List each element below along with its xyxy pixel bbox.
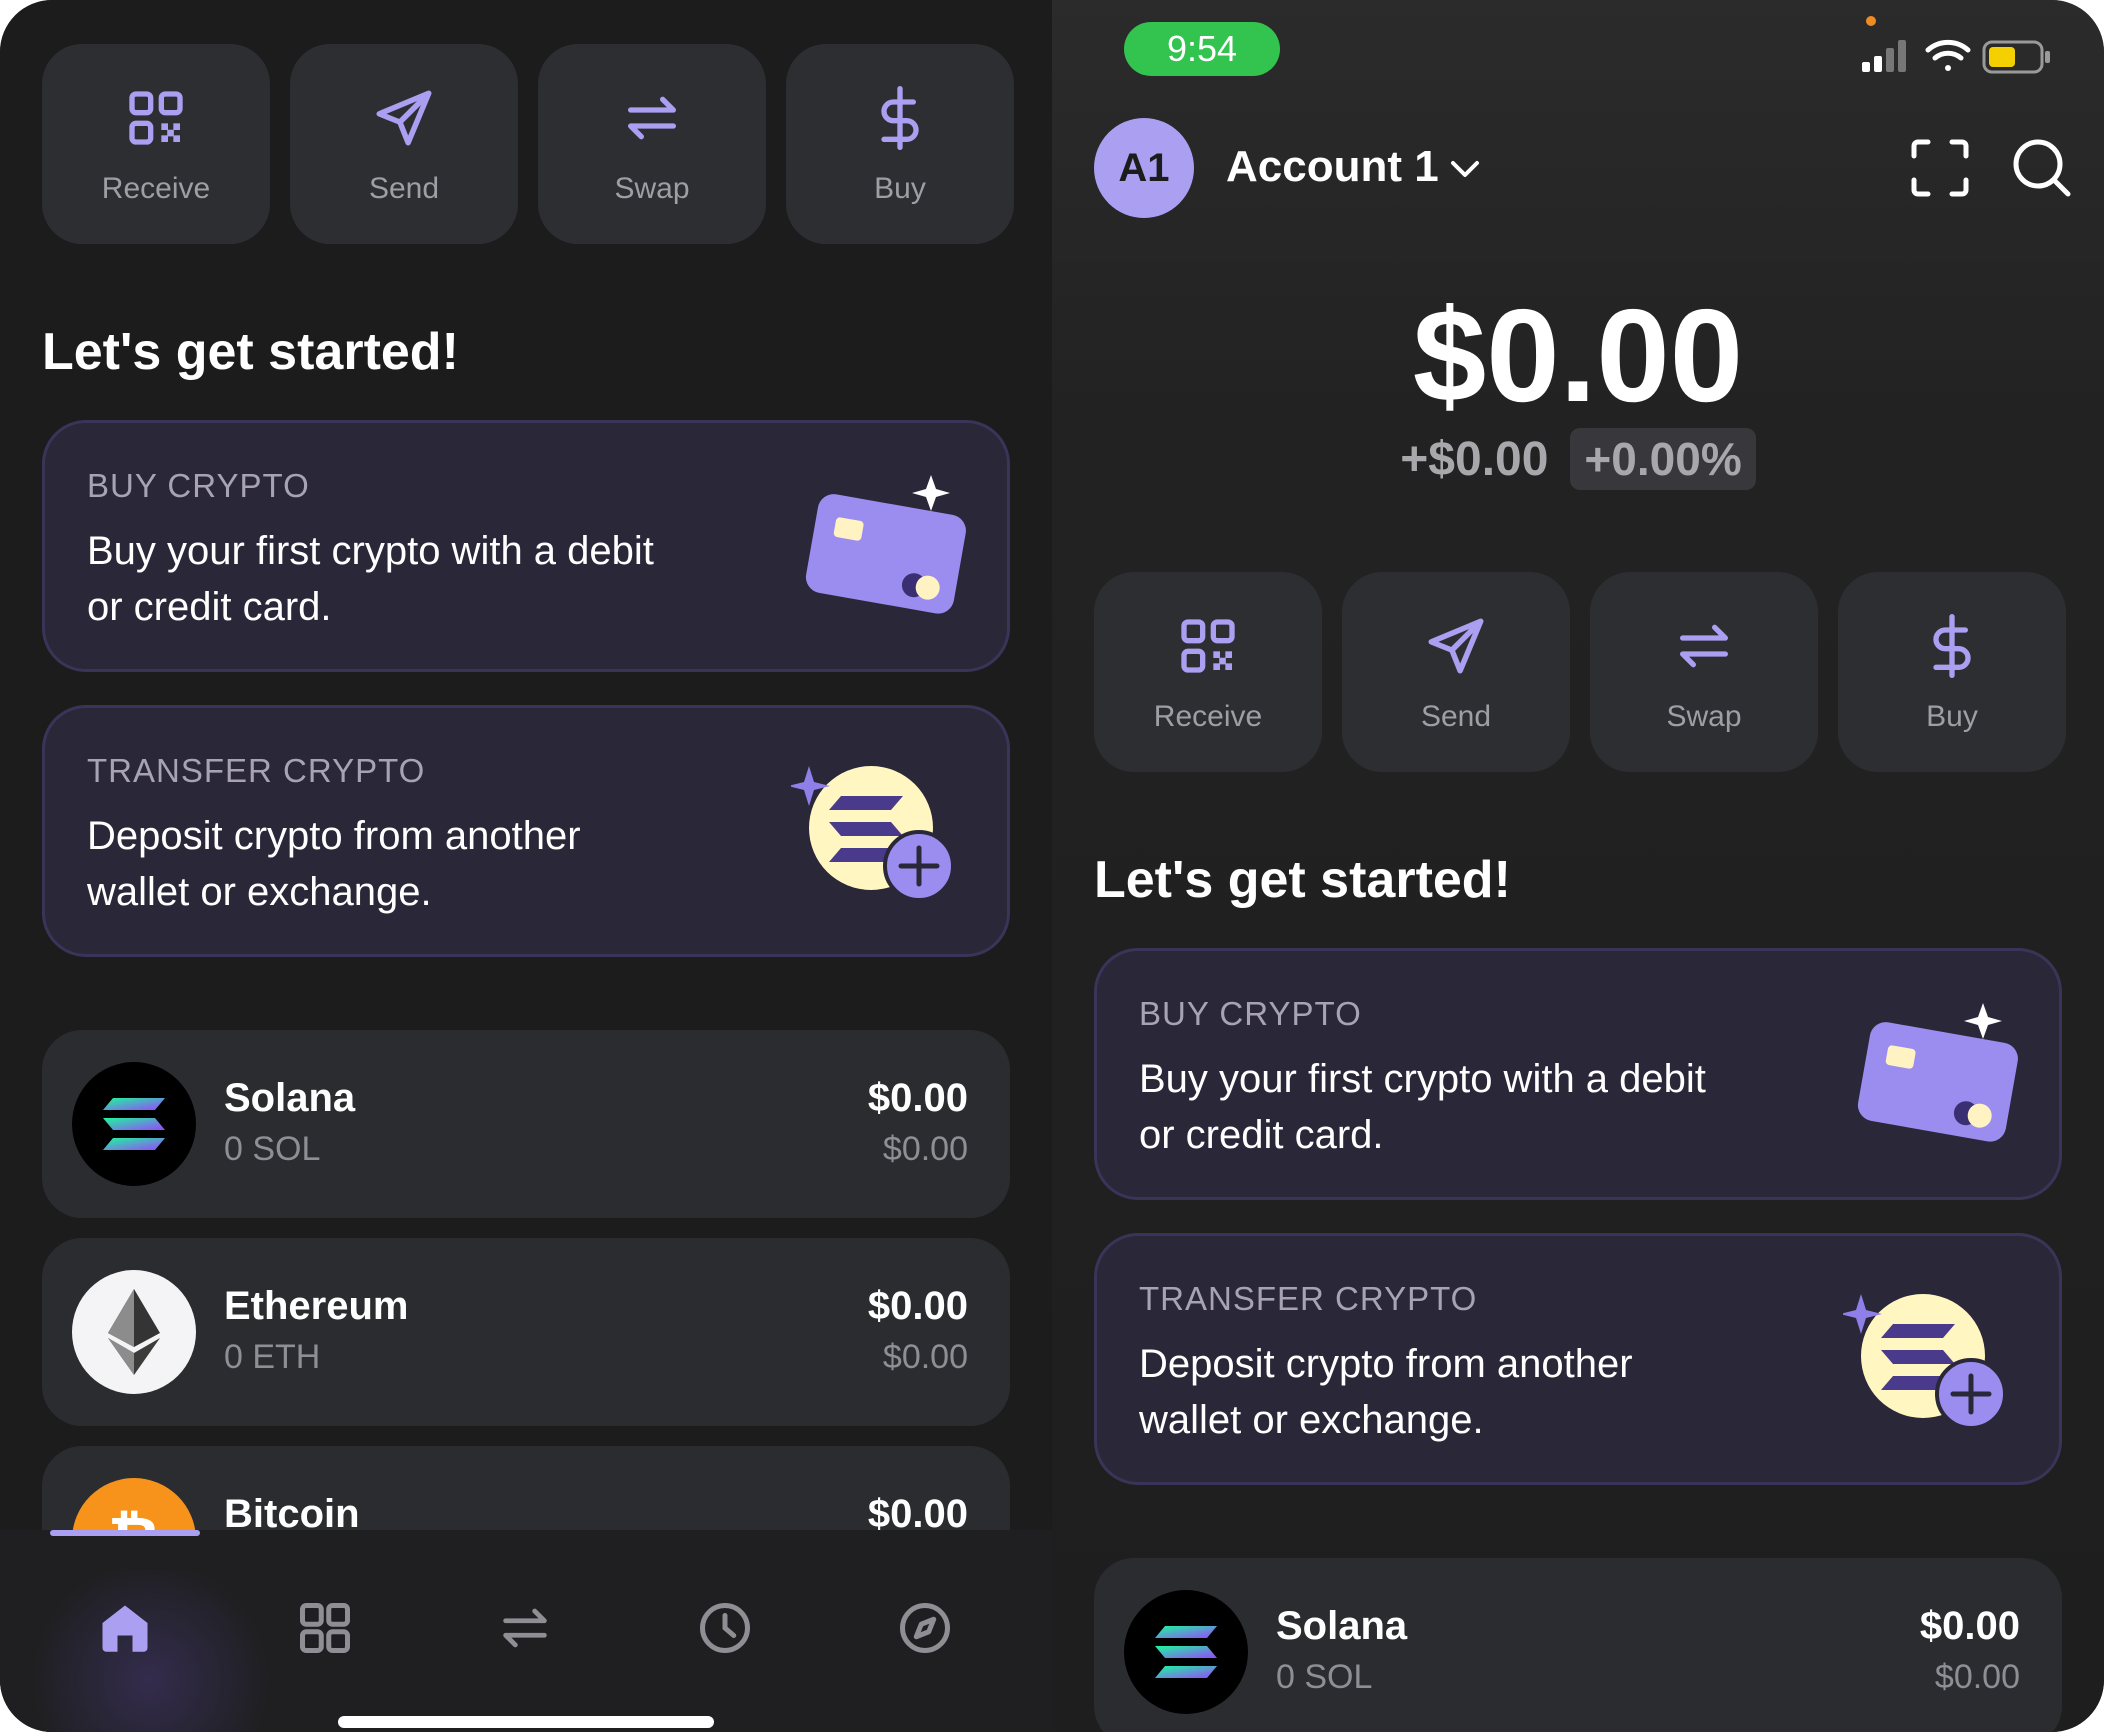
active-tab-indicator <box>50 1530 200 1536</box>
buy-button[interactable]: Buy <box>786 44 1014 244</box>
qr-code-icon <box>1172 610 1244 682</box>
token-value: $0.00 <box>867 1284 968 1328</box>
transfer-crypto-description: Deposit crypto from another wallet or ex… <box>87 814 581 914</box>
token-row-ethereum[interactable]: Ethereum 0 ETH $0.00 $0.00 <box>42 1238 1010 1426</box>
swap-icon <box>1668 610 1740 682</box>
buy-crypto-card[interactable]: BUY CRYPTO Buy your first crypto with a … <box>1094 948 2062 1200</box>
scan-button[interactable] <box>1910 138 1970 202</box>
scan-icon <box>1910 139 1970 202</box>
token-name: Ethereum <box>224 1284 409 1328</box>
search-icon <box>2010 139 2074 204</box>
swap-tab[interactable] <box>465 1570 585 1690</box>
buy-label: Buy <box>874 172 926 205</box>
battery-icon <box>1982 40 2052 78</box>
solana-icon <box>1124 1590 1248 1714</box>
left-screen: Receive Send Swap Buy Let's get started!… <box>0 0 1052 1732</box>
token-value-change: $0.00 <box>882 1130 968 1168</box>
token-row-solana[interactable]: Solana 0 SOL $0.00 $0.00 <box>1094 1558 2062 1732</box>
token-value: $0.00 <box>1919 1604 2020 1648</box>
wifi-icon <box>1924 36 1972 78</box>
account-switcher[interactable]: Account 1 <box>1226 142 1481 192</box>
portfolio-change: +$0.00 +0.00% <box>1052 428 2104 490</box>
buy-button[interactable]: Buy <box>1838 572 2066 772</box>
send-label: Send <box>368 172 440 205</box>
cellular-signal-icon <box>1860 38 1912 76</box>
chevron-down-icon <box>1449 142 1481 192</box>
send-button[interactable]: Send <box>1342 572 1570 772</box>
send-button[interactable]: Send <box>290 44 518 244</box>
ethereum-icon <box>72 1270 196 1394</box>
token-row-solana[interactable]: Solana 0 SOL $0.00 $0.00 <box>42 1030 1010 1218</box>
buy-crypto-description: Buy your first crypto with a debit or cr… <box>1139 1057 1706 1157</box>
token-value-change: $0.00 <box>1934 1658 2020 1696</box>
explore-icon <box>895 1598 955 1662</box>
app-frame: Receive Send Swap Buy Let's get started!… <box>0 0 2104 1732</box>
portfolio-change-percent: +0.00% <box>1570 428 1756 490</box>
dollar-icon <box>864 82 936 154</box>
receive-label: Receive <box>101 172 211 205</box>
get-started-heading: Let's get started! <box>1094 851 1511 909</box>
buy-label: Buy <box>1926 700 1978 733</box>
get-started-heading: Let's get started! <box>42 323 459 381</box>
transfer-crypto-eyebrow: TRANSFER CRYPTO <box>1139 1280 1478 1317</box>
solana-icon <box>72 1062 196 1186</box>
deposit-icon <box>1840 1276 2023 1446</box>
receive-button[interactable]: Receive <box>42 44 270 244</box>
account-avatar[interactable]: A1 <box>1094 118 1194 218</box>
credit-card-icon <box>1843 991 2023 1161</box>
action-row: Receive Send Swap Buy <box>42 44 1014 244</box>
send-icon <box>1420 610 1492 682</box>
deposit-icon <box>788 748 971 918</box>
swap-button[interactable]: Swap <box>538 44 766 244</box>
dollar-icon <box>1916 610 1988 682</box>
account-name: Account 1 <box>1226 142 1439 191</box>
swap-button[interactable]: Swap <box>1590 572 1818 772</box>
swap-label: Swap <box>1666 700 1742 733</box>
home-tab[interactable] <box>65 1570 185 1690</box>
token-value: $0.00 <box>867 1076 968 1120</box>
transfer-crypto-eyebrow: TRANSFER CRYPTO <box>87 752 426 789</box>
search-button[interactable] <box>2010 136 2074 204</box>
receive-button[interactable]: Receive <box>1094 572 1322 772</box>
swap-icon <box>496 1599 554 1661</box>
recording-dot <box>1866 16 1876 26</box>
history-tab[interactable] <box>665 1570 785 1690</box>
transfer-crypto-card[interactable]: TRANSFER CRYPTO Deposit crypto from anot… <box>42 705 1010 957</box>
token-name: Solana <box>224 1076 356 1120</box>
receive-label: Receive <box>1153 700 1263 733</box>
send-label: Send <box>1420 700 1492 733</box>
portfolio-balance: $0.00 <box>1412 282 1744 429</box>
home-icon <box>95 1598 155 1662</box>
grid-icon <box>295 1598 355 1662</box>
transfer-crypto-card[interactable]: TRANSFER CRYPTO Deposit crypto from anot… <box>1094 1233 2062 1485</box>
transfer-crypto-description: Deposit crypto from another wallet or ex… <box>1139 1342 1633 1442</box>
action-row: Receive Send Swap Buy <box>1094 572 2066 772</box>
token-amount: 0 SOL <box>224 1130 321 1168</box>
bottom-nav <box>0 1530 1052 1732</box>
credit-card-icon <box>791 463 971 633</box>
history-icon <box>695 1598 755 1662</box>
token-name: Solana <box>1276 1604 1408 1648</box>
token-amount: 0 SOL <box>1276 1658 1373 1696</box>
token-value-change: $0.00 <box>882 1338 968 1376</box>
buy-crypto-eyebrow: BUY CRYPTO <box>1139 995 1362 1032</box>
home-indicator <box>338 1716 714 1728</box>
swap-label: Swap <box>614 172 690 205</box>
collectibles-tab[interactable] <box>265 1570 385 1690</box>
status-time: 9:54 <box>1124 22 1280 76</box>
explore-tab[interactable] <box>865 1570 985 1690</box>
portfolio-change-value: +$0.00 <box>1400 432 1549 486</box>
right-screen: 9:54 A1 Account 1 $0.00 +$0.00 +0.00% Re… <box>1052 0 2104 1732</box>
qr-code-icon <box>120 82 192 154</box>
buy-crypto-card[interactable]: BUY CRYPTO Buy your first crypto with a … <box>42 420 1010 672</box>
buy-crypto-eyebrow: BUY CRYPTO <box>87 467 310 504</box>
send-icon <box>368 82 440 154</box>
swap-icon <box>616 82 688 154</box>
buy-crypto-description: Buy your first crypto with a debit or cr… <box>87 529 654 629</box>
token-amount: 0 ETH <box>224 1338 321 1376</box>
